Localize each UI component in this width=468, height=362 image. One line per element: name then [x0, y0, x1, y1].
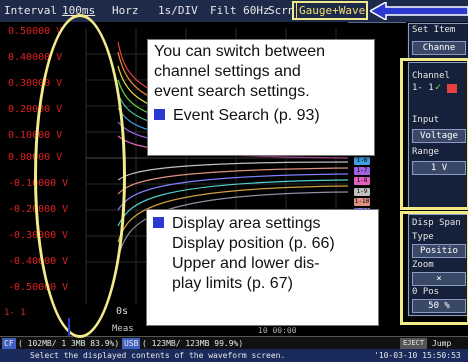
set-item-select[interactable]: Channe: [412, 41, 466, 55]
set-item-box: Set Item Channe: [408, 23, 468, 59]
time-div-value[interactable]: 1s/DIV: [158, 3, 198, 19]
callout-display-area: Display area settings Display position (…: [146, 209, 379, 326]
axis-label: 0.50000 V: [8, 26, 63, 37]
set-item-label: Set Item: [412, 25, 456, 35]
callout-line: You can switch between: [154, 43, 326, 60]
channel-marker[interactable]: 1-7: [354, 167, 370, 176]
display-position-link[interactable]: Display position (p. 66): [153, 234, 378, 254]
time-start-label: 0s: [116, 306, 129, 317]
storage-bar: CF ( 102MB/ 1 3MB 83.9%) USB ( 123MB/ 12…: [0, 326, 468, 350]
datetime: '10-03-10 15:50:53: [374, 351, 461, 360]
eject-button[interactable]: EJECT: [400, 338, 428, 349]
channel-marker[interactable]: 1-10: [354, 197, 370, 206]
display-highlight-rect: [400, 211, 468, 325]
screen-mode-highlight: [292, 1, 368, 20]
callout-settings-switch: You can switch between channel settings …: [147, 39, 375, 156]
callout-heading: Display area settings: [172, 215, 321, 232]
callout-line[interactable]: Upper and lower dis-: [153, 254, 378, 274]
callout-line: event search settings.: [154, 83, 310, 100]
channel-marker[interactable]: 1-8: [354, 177, 370, 186]
channel-indicator: 1- 1: [4, 308, 26, 318]
horz-label: Horz: [112, 4, 139, 17]
bullet-square-icon: [153, 217, 164, 228]
channel-marker[interactable]: 1-9: [354, 187, 370, 196]
callout-line: channel settings and: [154, 63, 301, 80]
axis-highlight-oval: [34, 14, 126, 338]
logger-screen: Interval 100ms Horz 1s/DIV Filt 60Hz Scr…: [0, 0, 468, 362]
meas-label: Meas: [112, 324, 134, 334]
callout-line[interactable]: play limits (p. 67): [153, 274, 378, 294]
event-search-link[interactable]: Event Search (p. 93): [173, 107, 320, 124]
status-message: Select the displayed contents of the wav…: [30, 351, 286, 360]
channel-marker[interactable]: 1-6: [354, 157, 370, 165]
interval-label: Interval: [4, 4, 57, 17]
screen-label: Scrn: [268, 4, 295, 17]
filter-value[interactable]: Filt 60Hz: [210, 3, 270, 19]
status-bar: Select the displayed contents of the wav…: [0, 349, 468, 362]
callout-pointer-line: [68, 318, 70, 336]
channel-highlight-rect: [400, 58, 468, 210]
usb-badge: USB: [122, 338, 141, 349]
cf-badge: CF: [2, 338, 16, 349]
bullet-square-icon: [154, 109, 165, 120]
pointer-arrow-icon: [370, 2, 468, 20]
